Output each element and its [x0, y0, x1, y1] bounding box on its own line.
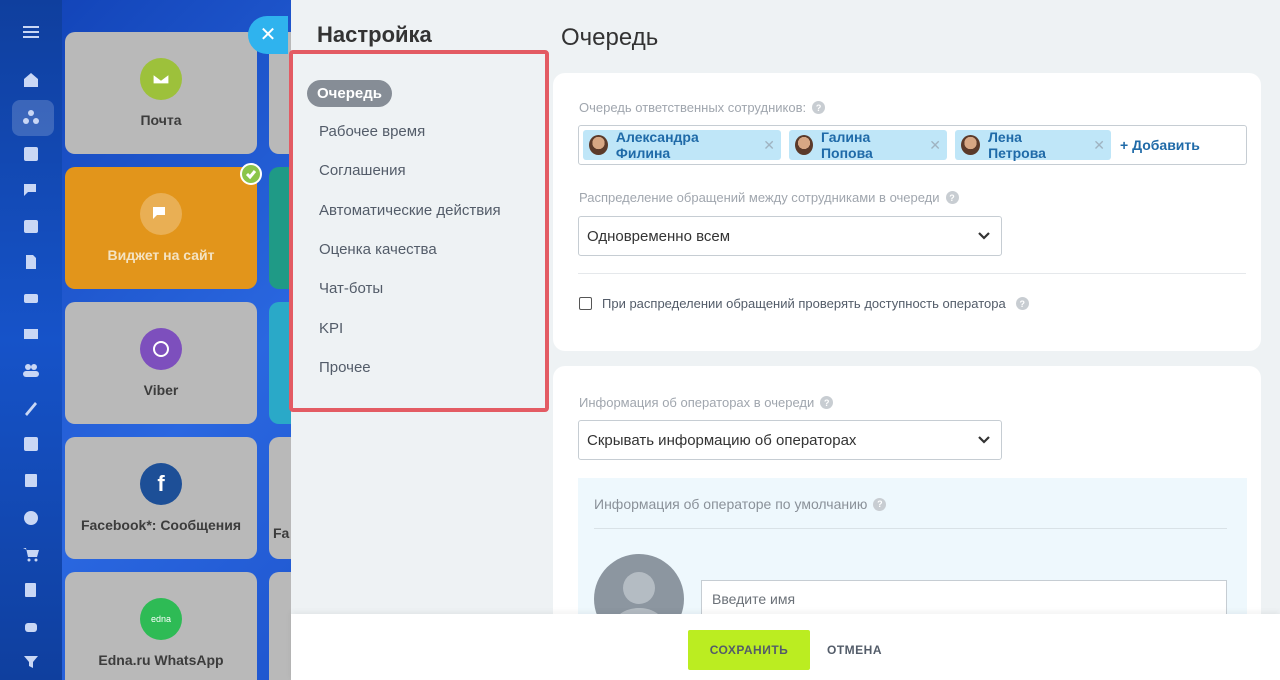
operator-info-label-text: Информация об операторах в очереди — [579, 395, 815, 410]
queue-card: Очередь ответственных сотрудников:? Алек… — [553, 73, 1261, 351]
contact-center-icon[interactable] — [19, 106, 43, 130]
availability-check-label: При распределении обращений проверять до… — [602, 296, 1006, 311]
footer-bar: СОХРАНИТЬ ОТМЕНА — [291, 614, 1280, 680]
employee-chip: Лена Петрова ✕ — [955, 129, 1111, 161]
help-icon[interactable]: ? — [945, 191, 959, 204]
close-slider-button[interactable]: ✕ — [248, 16, 288, 54]
distribution-label-text: Распределение обращений между сотрудника… — [579, 190, 940, 205]
calendar-icon[interactable] — [19, 214, 43, 238]
close-icon: ✕ — [259, 24, 277, 46]
operator-name-input[interactable]: Введите имя — [701, 580, 1227, 618]
edit-list-icon[interactable] — [19, 578, 43, 602]
settings-title: Настройка — [317, 22, 432, 47]
distribution-value: Одновременно всем — [587, 227, 731, 245]
drive-icon[interactable] — [19, 286, 43, 310]
hamburger-menu-icon[interactable] — [19, 20, 43, 44]
nav-item-automatic-actions[interactable]: Автоматические действия — [319, 202, 501, 219]
default-operator-title-text: Информация об операторе по умолчанию — [594, 496, 868, 512]
nav-item-working-hours[interactable]: Рабочее время — [319, 123, 425, 140]
default-operator-box: Информация об операторе по умолчанию? Вв… — [578, 478, 1247, 644]
page-title: Очередь — [561, 24, 659, 51]
home-icon[interactable] — [19, 68, 43, 92]
avatar — [961, 135, 981, 155]
channels-grid: Почта Виджет на сайт Viber f Facebook*: … — [62, 0, 292, 680]
operator-info-select[interactable]: Скрывать информацию об операторах — [578, 420, 1002, 460]
sign-icon[interactable] — [19, 396, 43, 420]
chevron-down-icon — [977, 229, 991, 243]
queue-label-text: Очередь ответственных сотрудников: — [579, 100, 807, 115]
connected-check-icon — [240, 163, 262, 185]
shop-cart-icon[interactable] — [19, 542, 43, 566]
remove-icon[interactable]: ✕ — [763, 137, 775, 154]
tile-partial: Fa — [269, 437, 292, 559]
mail-icon — [140, 58, 182, 100]
remove-icon[interactable]: ✕ — [929, 137, 941, 154]
employee-name: Александра Филина — [615, 129, 699, 161]
target-icon[interactable] — [19, 506, 43, 530]
tile-label: Viber — [143, 382, 179, 398]
employee-chip: Александра Филина ✕ — [583, 129, 781, 161]
add-employee-link[interactable]: + Добавить — [1120, 137, 1200, 153]
help-icon[interactable]: ? — [873, 497, 887, 511]
viber-icon — [140, 328, 182, 370]
distribution-select[interactable]: Одновременно всем — [578, 216, 1002, 256]
avatar — [589, 135, 608, 155]
feed-icon[interactable] — [19, 142, 43, 166]
employee-name: Галина Попова — [820, 129, 873, 161]
filter-icon[interactable] — [19, 650, 43, 674]
tile-label: Edna.ru WhatsApp — [98, 652, 224, 668]
tile-edna-whatsapp[interactable]: edna Edna.ru WhatsApp — [65, 572, 257, 680]
availability-check-row: При распределении обращений проверять до… — [579, 296, 1029, 311]
tile-viber[interactable]: Viber — [65, 302, 257, 424]
operator-info-value: Скрывать информацию об операторах — [587, 431, 857, 449]
document-icon[interactable] — [19, 250, 43, 274]
chat-icon[interactable] — [19, 178, 43, 202]
operator-info-label: Информация об операторах в очереди? — [579, 395, 834, 410]
mail-icon[interactable] — [19, 322, 43, 346]
robot-icon[interactable] — [19, 614, 43, 638]
nav-item-quality-rating[interactable]: Оценка качества — [319, 241, 437, 258]
avatar — [795, 135, 813, 155]
nav-item-other[interactable]: Прочее — [319, 359, 371, 376]
save-button[interactable]: СОХРАНИТЬ — [688, 630, 810, 670]
tile-mail[interactable]: Почта — [65, 32, 257, 154]
nav-item-kpi[interactable]: KPI — [319, 320, 343, 337]
tile-label: Виджет на сайт — [107, 247, 215, 263]
settings-slider: Настройка Очередь Рабочее время Соглашен… — [289, 0, 1280, 680]
divider — [594, 528, 1227, 529]
remove-icon[interactable]: ✕ — [1093, 137, 1105, 154]
cancel-button[interactable]: ОТМЕНА — [821, 630, 888, 670]
employees-icon[interactable] — [19, 358, 43, 382]
employee-name: Лена Петрова — [988, 129, 1046, 161]
nav-item-chatbots[interactable]: Чат-боты — [319, 280, 383, 297]
nav-item-agreements[interactable]: Соглашения — [319, 162, 406, 179]
settings-nav: Настройка Очередь Рабочее время Соглашен… — [289, 0, 553, 614]
nav-item-queue[interactable]: Очередь — [307, 80, 392, 107]
tile-label: Facebook*: Сообщения — [80, 517, 242, 533]
left-icon-rail — [0, 0, 62, 680]
edna-icon: edna — [140, 598, 182, 640]
planner-icon[interactable] — [19, 468, 43, 492]
divider — [578, 273, 1246, 274]
tile-site-widget[interactable]: Виджет на сайт — [65, 167, 257, 289]
distribution-label: Распределение обращений между сотрудника… — [579, 190, 959, 205]
chevron-down-icon — [977, 433, 991, 447]
availability-checkbox[interactable] — [579, 297, 592, 310]
queue-label: Очередь ответственных сотрудников:? — [579, 100, 826, 115]
help-icon[interactable]: ? — [812, 101, 826, 114]
facebook-icon: f — [140, 463, 182, 505]
help-icon[interactable]: ? — [1015, 297, 1029, 310]
employees-selector[interactable]: Александра Филина ✕ Галина Попова ✕ Лена… — [578, 125, 1247, 165]
tile-partial — [269, 572, 292, 680]
chat-icon — [140, 193, 182, 235]
help-icon[interactable]: ? — [820, 396, 834, 409]
operator-info-card: Информация об операторах в очереди? Скры… — [553, 366, 1261, 644]
employee-chip: Галина Попова ✕ — [789, 129, 947, 161]
default-operator-title: Информация об операторе по умолчанию? — [594, 496, 887, 512]
tile-facebook[interactable]: f Facebook*: Сообщения — [65, 437, 257, 559]
tile-label: Почта — [140, 112, 182, 128]
tasks-icon[interactable] — [19, 432, 43, 456]
